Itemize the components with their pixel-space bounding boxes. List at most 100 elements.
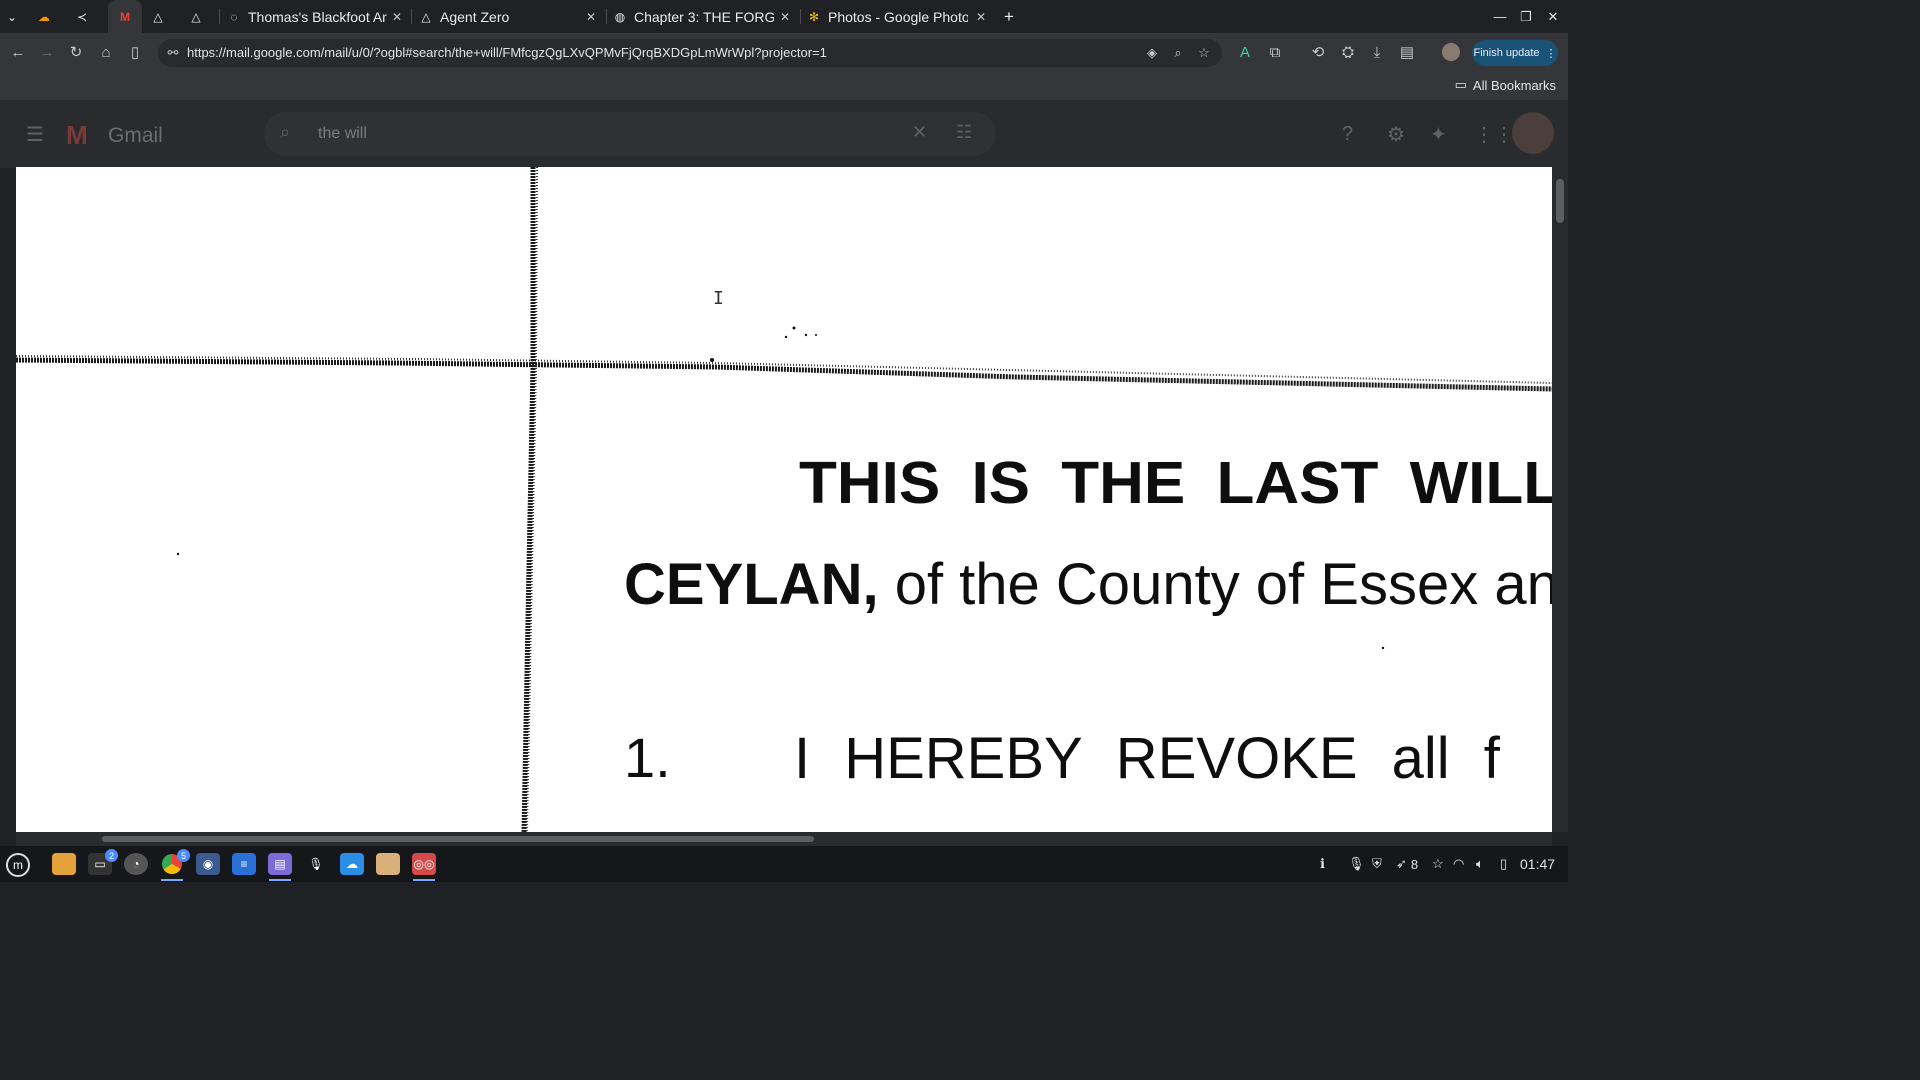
- minimize-icon: —: [1493, 9, 1507, 24]
- search-icon[interactable]: ⌕: [280, 122, 290, 143]
- tab-1[interactable]: ≺: [74, 0, 104, 33]
- sparkle-icon[interactable]: ✦: [1430, 122, 1447, 147]
- tab-label: Photos - Google Photo: [828, 8, 968, 25]
- files-app[interactable]: [52, 853, 76, 875]
- shield-icon: ⛨: [1372, 856, 1382, 871]
- account-avatar[interactable]: [1512, 112, 1554, 154]
- reload-button[interactable]: ↻: [65, 41, 87, 63]
- tab-7[interactable]: ◍ Chapter 3: THE FORGE ✕: [612, 0, 798, 33]
- downloads-button[interactable]: ⤓: [1366, 41, 1388, 63]
- reload-icon: ↻: [69, 44, 83, 61]
- notes-app[interactable]: ▤: [268, 853, 292, 875]
- taskbar: m ▭ 2 ◔ 5 ◉ ≡ ▤ 🎙︎ ☁ ◎◎ ℹ 🎙︎ ⛨ ➶ 8 ☆ ◠ 🔈︎ …: [0, 846, 1568, 882]
- side-panel-button[interactable]: ▯: [124, 41, 146, 63]
- tab-5[interactable]: ◌ Thomas's Blackfoot Ar ✕: [226, 0, 410, 33]
- extensions-button[interactable]: ⧉: [1264, 41, 1286, 63]
- tab-strip: ⌄ ☁ ≺ M △ △ ◌ Thomas's Blackfoot Ar ✕ △ …: [0, 0, 1568, 33]
- document-line-2-name: CEYLAN,: [624, 552, 879, 617]
- tab-3[interactable]: △: [150, 0, 178, 33]
- tray-info[interactable]: ℹ: [1320, 846, 1325, 882]
- close-window-button[interactable]: ✕: [1540, 0, 1566, 33]
- profile-avatar-icon: [1442, 43, 1460, 61]
- reader-app[interactable]: ◎◎: [412, 853, 436, 875]
- wifi-icon: ◠: [1453, 856, 1465, 871]
- filter-icon[interactable]: ☷: [956, 122, 972, 143]
- share-icon: ≺: [76, 9, 88, 24]
- pinwheel-icon: ✻: [808, 9, 820, 24]
- rocket-icon: ➶: [1396, 856, 1407, 871]
- tab-search-toolbar-button[interactable]: ▤: [1396, 41, 1418, 63]
- tab-label: Thomas's Blackfoot Ar: [248, 8, 387, 25]
- horizontal-scrollbar[interactable]: [16, 832, 1552, 846]
- gmail-logo-icon: M: [66, 120, 88, 150]
- eye-slash-icon[interactable]: ◈: [1143, 44, 1161, 62]
- battery-icon: ▯: [1500, 856, 1508, 871]
- history-icon: ⟲: [1311, 44, 1325, 61]
- search-input[interactable]: the will: [318, 125, 367, 143]
- scrollbar-thumb[interactable]: [102, 836, 814, 842]
- zoom-icon[interactable]: ⌕: [1169, 44, 1187, 62]
- tab-8[interactable]: ✻ Photos - Google Photo ✕: [806, 0, 994, 33]
- tray-wifi[interactable]: ◠: [1453, 846, 1464, 882]
- text-editor-app[interactable]: ≡: [232, 853, 256, 875]
- arrow-right-icon: →: [39, 43, 55, 61]
- new-tab-button[interactable]: +: [998, 0, 1020, 33]
- microphone-icon: 🎙︎: [1348, 856, 1365, 871]
- document-line-2: CEYLAN, of the County of Essex an: [624, 551, 1552, 618]
- terminal-app[interactable]: ▭ 2: [88, 849, 118, 875]
- tray-star[interactable]: ☆: [1432, 846, 1444, 882]
- apps-grid-icon[interactable]: ⋮⋮: [1474, 122, 1514, 147]
- all-bookmarks-button[interactable]: ▭ All Bookmarks: [1455, 77, 1556, 93]
- home-button[interactable]: ⌂: [95, 41, 117, 63]
- archive-app[interactable]: [376, 853, 400, 875]
- tab-search-button[interactable]: ⌄: [4, 0, 28, 33]
- mint-logo-icon: m: [13, 858, 23, 872]
- tray-battery[interactable]: ▯: [1500, 846, 1507, 882]
- cloud-app[interactable]: ☁: [340, 853, 364, 875]
- tab-6[interactable]: △ Agent Zero ✕: [418, 0, 604, 33]
- help-icon[interactable]: ?: [1342, 123, 1353, 146]
- text-cursor: I: [713, 288, 724, 309]
- close-icon[interactable]: ✕: [586, 10, 596, 24]
- menu-icon[interactable]: ☰: [26, 122, 44, 147]
- tray-shield[interactable]: ⛨: [1372, 846, 1382, 882]
- triangle-icon: △: [153, 9, 163, 24]
- extension-button[interactable]: A: [1234, 41, 1256, 63]
- camera-app[interactable]: ◉: [196, 853, 220, 875]
- start-menu-button[interactable]: m: [6, 853, 30, 877]
- chevron-down-icon: ⌄: [6, 9, 18, 24]
- clear-search-icon[interactable]: ✕: [912, 122, 927, 143]
- address-bar[interactable]: ⚯ https://mail.google.com/mail/u/0/?ogbl…: [158, 39, 1222, 67]
- voice-app[interactable]: 🎙︎: [304, 853, 328, 875]
- close-icon[interactable]: ✕: [780, 10, 790, 24]
- tab-4[interactable]: △: [188, 0, 216, 33]
- back-button[interactable]: ←: [7, 41, 29, 63]
- gmail-search-bar[interactable]: ⌕ the will ✕ ☷: [264, 112, 996, 156]
- terminal-icon: ▭: [94, 857, 106, 871]
- circle-icon: ◌: [230, 9, 238, 24]
- minimize-button[interactable]: —: [1487, 0, 1513, 33]
- star-icon[interactable]: ☆: [1195, 44, 1213, 62]
- globe-icon: ◍: [614, 9, 626, 24]
- vertical-scrollbar[interactable]: [1552, 167, 1568, 832]
- close-icon[interactable]: ✕: [392, 10, 402, 24]
- clock[interactable]: 01:47: [1520, 856, 1555, 872]
- incognito-button[interactable]: ⛭: [1337, 41, 1359, 63]
- restore-button[interactable]: ❐: [1513, 0, 1539, 33]
- profile-button[interactable]: [1440, 41, 1462, 63]
- chrome-app[interactable]: 5: [160, 849, 190, 875]
- tab-2-gmail[interactable]: M: [108, 0, 142, 33]
- close-icon[interactable]: ✕: [976, 10, 986, 24]
- finish-update-button[interactable]: Finish update ⋮: [1472, 40, 1558, 66]
- tray-mic[interactable]: 🎙︎: [1348, 846, 1365, 882]
- document-viewer: THIS IS THE LAST WILL CEYLAN, of the Cou…: [16, 167, 1552, 832]
- tray-volume[interactable]: 🔈︎: [1476, 846, 1484, 882]
- tray-notifications[interactable]: ➶ 8: [1396, 846, 1418, 882]
- gear-icon[interactable]: ⚙: [1387, 122, 1405, 147]
- site-info-icon[interactable]: ⚯: [164, 44, 182, 62]
- tab-0[interactable]: ☁: [36, 0, 66, 33]
- history-button[interactable]: ⟲: [1307, 41, 1329, 63]
- network-app[interactable]: ◔: [124, 853, 148, 875]
- forward-button[interactable]: →: [36, 41, 58, 63]
- scrollbar-thumb[interactable]: [1556, 179, 1564, 223]
